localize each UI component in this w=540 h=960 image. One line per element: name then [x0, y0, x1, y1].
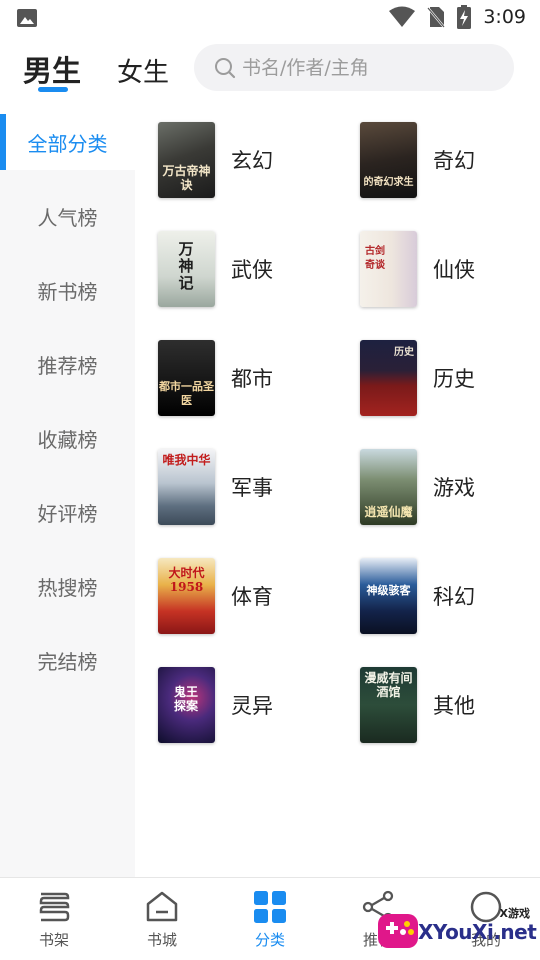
category-label: 奇幻 — [433, 149, 475, 173]
sidebar-item-label: 人气榜 — [37, 205, 98, 230]
category-label: 玄幻 — [231, 149, 273, 173]
category-label: 武侠 — [231, 258, 273, 282]
book-cover: 古剑奇谈 — [360, 231, 417, 307]
tab-male[interactable]: 男生 — [23, 48, 81, 90]
sidebar-item-label: 新书榜 — [37, 279, 98, 304]
ranking-sidebar: 全部分类 人气榜 新书榜 推荐榜 收藏榜 好评榜 热搜榜 完结榜 — [0, 114, 135, 877]
cover-title: 的奇幻求生 — [363, 177, 414, 188]
book-cover: 的奇幻求生 — [360, 122, 417, 198]
image-notification-icon — [17, 9, 37, 27]
cover-title: 古剑奇谈 — [365, 246, 385, 271]
cover-title: 逍遥仙魔 — [364, 505, 413, 519]
cover-title: 唯我中华 — [162, 453, 211, 467]
book-cover: 漫威有间酒馆 — [360, 667, 417, 743]
category-item-xianxia[interactable]: 古剑奇谈 仙侠 — [360, 231, 540, 307]
category-label: 历史 — [433, 367, 475, 391]
cover-title: 万神记 — [178, 240, 194, 292]
cover-title: 万古帝神诀 — [162, 164, 211, 192]
battery-charging-icon — [457, 5, 472, 29]
search-input[interactable] — [242, 56, 492, 79]
book-cover: 鬼王探案 — [158, 667, 215, 743]
book-cover: 历史 — [360, 340, 417, 416]
no-sim-icon — [427, 7, 446, 28]
sidebar-item-label: 收藏榜 — [37, 427, 98, 452]
bookshelf-icon — [39, 892, 70, 922]
category-label: 体育 — [231, 585, 273, 609]
watermark-top-text: X游戏 — [499, 907, 530, 920]
tab-female[interactable]: 女生 — [117, 52, 169, 89]
book-cover: 万神记 — [158, 231, 215, 307]
sidebar-item-favorites[interactable]: 收藏榜 — [0, 410, 135, 466]
status-bar: 3:09 — [0, 0, 540, 36]
search-bar[interactable] — [194, 44, 514, 91]
category-label: 科幻 — [433, 585, 475, 609]
category-label: 仙侠 — [433, 258, 475, 282]
site-watermark: X游戏 XYouXi.net — [372, 898, 540, 960]
category-item-qihuan[interactable]: 的奇幻求生 奇幻 — [360, 122, 540, 198]
active-indicator — [0, 114, 6, 170]
sidebar-item-all-categories[interactable]: 全部分类 — [0, 114, 135, 170]
book-cover: 大时代1958 — [158, 558, 215, 634]
sidebar-item-label: 热搜榜 — [37, 575, 98, 600]
bookstore-icon — [146, 891, 178, 922]
category-item-junshi[interactable]: 唯我中华 军事 — [158, 449, 348, 525]
nav-bookshelf[interactable]: 书架 — [0, 878, 108, 960]
category-item-xuanhuan[interactable]: 万古帝神诀 玄幻 — [158, 122, 348, 198]
category-item-kehuan[interactable]: 神级骇客 科幻 — [360, 558, 540, 634]
sidebar-item-label: 完结榜 — [37, 649, 98, 674]
category-label: 游戏 — [433, 476, 475, 500]
cover-title: 大时代1958 — [168, 566, 205, 594]
nav-label: 分类 — [254, 931, 285, 949]
cover-title: 神级骇客 — [366, 584, 411, 597]
watermark-main-text: XYouXi.net — [418, 920, 537, 944]
nav-category[interactable]: 分类 — [216, 878, 324, 960]
nav-bookstore[interactable]: 书城 — [108, 878, 216, 960]
search-icon — [215, 57, 236, 78]
cover-title: 漫威有间酒馆 — [364, 671, 413, 699]
cover-title: 鬼王探案 — [174, 685, 199, 713]
cover-title: 历史 — [394, 347, 414, 358]
category-item-lishi[interactable]: 历史 历史 — [360, 340, 540, 416]
nav-label: 书架 — [38, 931, 69, 949]
sidebar-item-popular[interactable]: 人气榜 — [0, 188, 135, 244]
clock-time: 3:09 — [483, 6, 526, 28]
category-item-youxi[interactable]: 逍遥仙魔 游戏 — [360, 449, 540, 525]
category-grid: 万古帝神诀 玄幻 的奇幻求生 奇幻 万神记 武侠 古剑奇谈 仙侠 都市一品圣医 … — [135, 114, 540, 877]
category-item-dushi[interactable]: 都市一品圣医 都市 — [158, 340, 348, 416]
nav-label: 书城 — [146, 931, 177, 949]
cover-title: 都市一品圣医 — [159, 380, 214, 407]
active-tab-indicator — [38, 87, 68, 92]
book-cover: 神级骇客 — [360, 558, 417, 634]
gamepad-logo — [378, 914, 418, 948]
category-label: 军事 — [231, 476, 273, 500]
category-item-tiyu[interactable]: 大时代1958 体育 — [158, 558, 348, 634]
category-label: 灵异 — [231, 694, 273, 718]
book-cover: 唯我中华 — [158, 449, 215, 525]
book-cover: 逍遥仙魔 — [360, 449, 417, 525]
sidebar-item-label: 推荐榜 — [37, 353, 98, 378]
sidebar-item-new-books[interactable]: 新书榜 — [0, 262, 135, 318]
book-cover: 万古帝神诀 — [158, 122, 215, 198]
wifi-icon — [389, 6, 416, 27]
sidebar-item-completed[interactable]: 完结榜 — [0, 632, 135, 688]
category-item-qita[interactable]: 漫威有间酒馆 其他 — [360, 667, 540, 743]
category-item-wuxia[interactable]: 万神记 武侠 — [158, 231, 348, 307]
category-label: 都市 — [231, 367, 273, 391]
sidebar-item-label: 全部分类 — [27, 131, 108, 156]
sidebar-item-top-rated[interactable]: 好评榜 — [0, 484, 135, 540]
sidebar-item-recommended[interactable]: 推荐榜 — [0, 336, 135, 392]
category-icon — [254, 891, 286, 923]
book-cover: 都市一品圣医 — [158, 340, 215, 416]
sidebar-item-hot-search[interactable]: 热搜榜 — [0, 558, 135, 614]
category-label: 其他 — [433, 694, 475, 718]
header: 男生 女生 — [0, 40, 540, 102]
category-item-lingyi[interactable]: 鬼王探案 灵异 — [158, 667, 348, 743]
sidebar-item-label: 好评榜 — [37, 501, 98, 526]
